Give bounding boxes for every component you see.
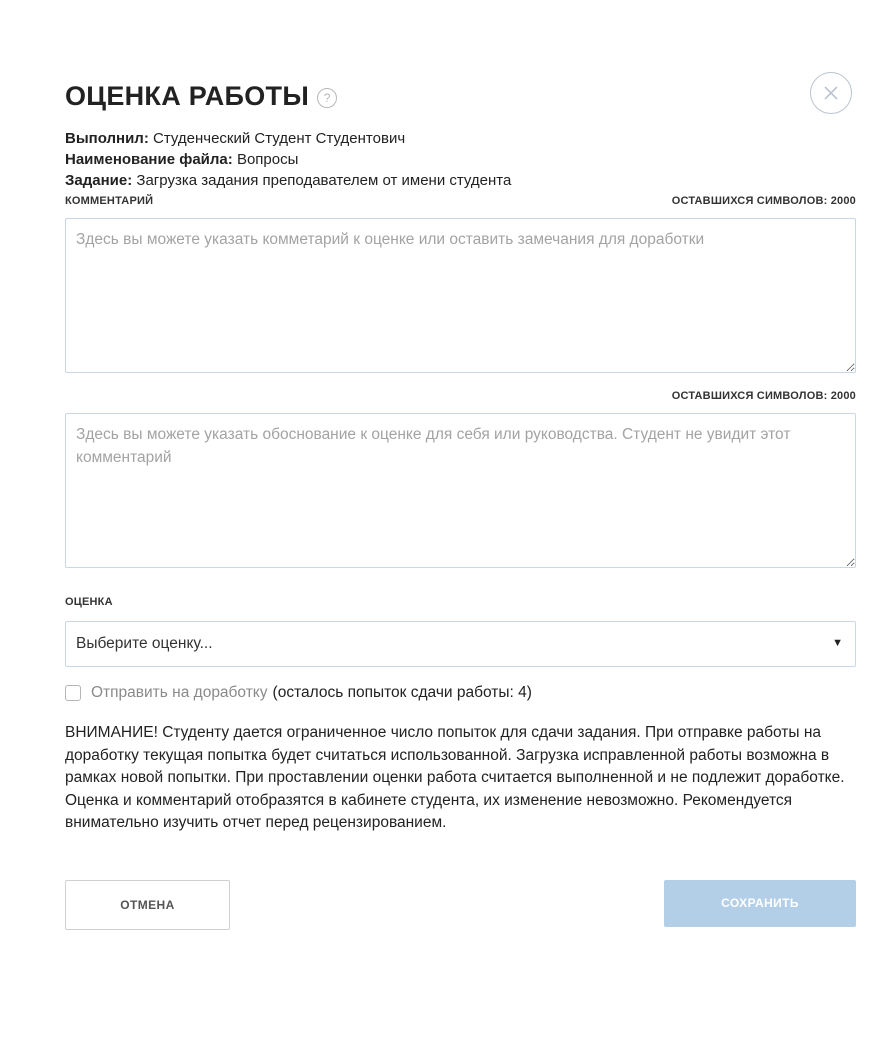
justification-char-counter: ОСТАВШИХСЯ СИМВОЛОВ: 2000 <box>671 390 856 402</box>
grade-select-value: Выберите оценку... <box>76 635 213 652</box>
filename-label: Наименование файла: <box>65 151 233 168</box>
performer-label: Выполнил: <box>65 130 149 147</box>
filename-value: Вопросы <box>236 151 299 168</box>
help-icon[interactable]: ? <box>317 88 338 108</box>
dialog-title: ОЦЕНКА РАБОТЫ <box>65 80 310 111</box>
close-button[interactable] <box>810 72 852 114</box>
rework-checkbox[interactable] <box>65 685 81 701</box>
task-value: Загрузка задания преподавателем от имени… <box>136 172 512 189</box>
cancel-button[interactable]: ОТМЕНА <box>65 879 230 930</box>
dialog-buttons: ОТМЕНА СОХРАНИТЬ <box>65 879 856 930</box>
close-icon <box>824 86 838 100</box>
grade-label: ОЦЕНКА <box>65 596 113 608</box>
comment-label: КОММЕНТАРИЙ <box>65 195 154 207</box>
rework-row: Отправить на доработку (осталось попыток… <box>65 682 856 704</box>
filename-row: Наименование файла: Вопросы <box>65 149 856 170</box>
dialog-header: ОЦЕНКА РАБОТЫ ? <box>65 78 856 114</box>
triangle-down-icon: ▼ <box>832 637 843 649</box>
grade-dialog: ОЦЕНКА РАБОТЫ ? Выполнил: Студенческий С… <box>65 72 856 930</box>
work-info: Выполнил: Студенческий Студент Студентов… <box>65 128 856 191</box>
warning-text: ВНИМАНИЕ! Студенту дается ограниченное ч… <box>65 724 845 831</box>
performer-value: Студенческий Студент Студентович <box>153 130 406 147</box>
attempts-remaining-note: (осталось попыток сдачи работы: 4) <box>272 684 532 701</box>
comment-label-row: КОММЕНТАРИЙ ОСТАВШИХСЯ СИМВОЛОВ: 2000 <box>65 194 856 208</box>
justification-label-row: ОСТАВШИХСЯ СИМВОЛОВ: 2000 <box>65 389 856 403</box>
save-button[interactable]: СОХРАНИТЬ <box>664 879 856 927</box>
grade-select[interactable]: Выберите оценку... ▼ <box>65 621 856 667</box>
comment-textarea[interactable] <box>65 218 856 373</box>
task-row: Задание: Загрузка задания преподавателем… <box>65 170 856 191</box>
rework-label[interactable]: Отправить на доработку <box>91 684 268 702</box>
justification-textarea[interactable] <box>65 413 856 568</box>
comment-char-counter: ОСТАВШИХСЯ СИМВОЛОВ: 2000 <box>671 195 856 207</box>
task-label: Задание: <box>65 172 133 189</box>
grade-label-row: ОЦЕНКА <box>65 595 856 609</box>
performer-row: Выполнил: Студенческий Студент Студентов… <box>65 128 856 149</box>
